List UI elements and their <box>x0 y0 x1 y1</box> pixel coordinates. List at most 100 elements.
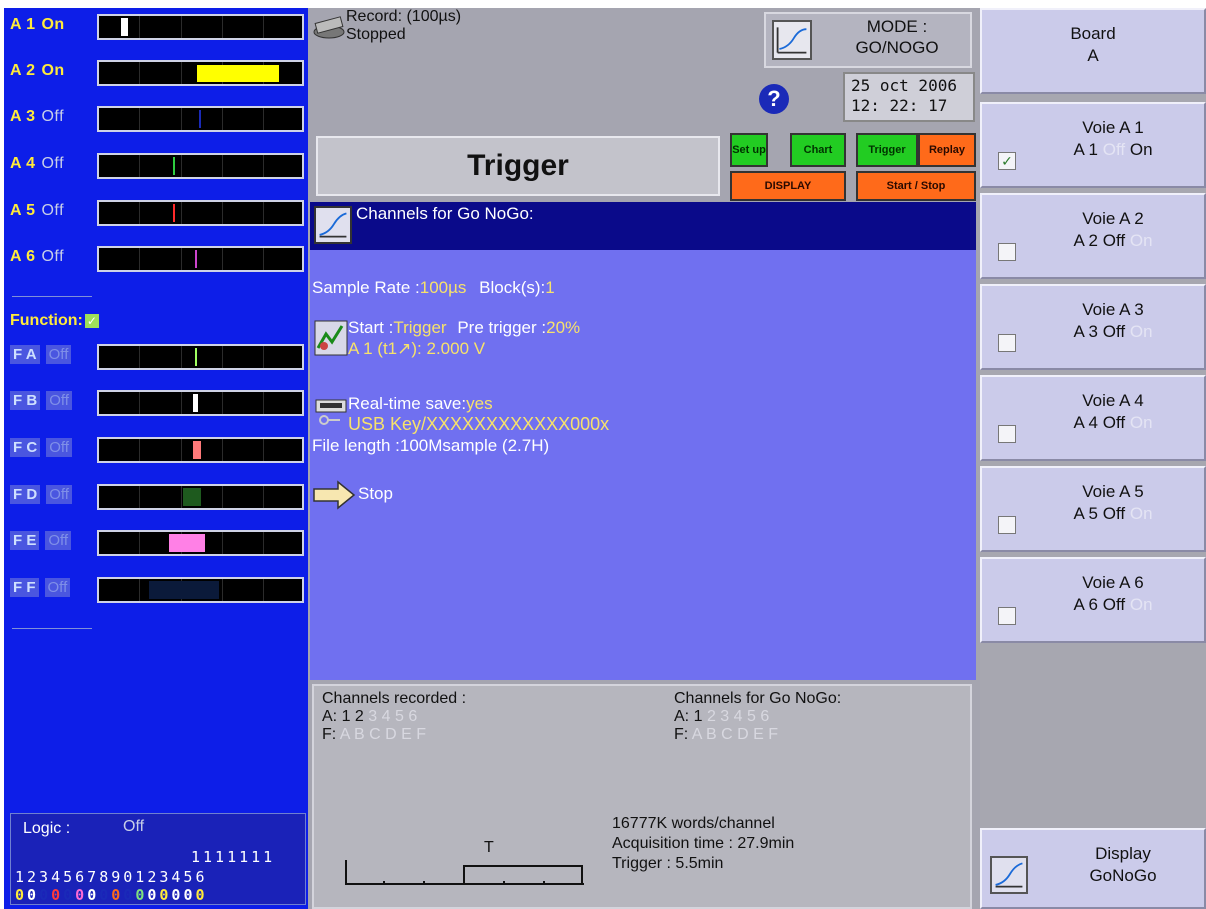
voie-a4-button[interactable]: Voie A 4 A 4 Off On <box>980 375 1206 461</box>
voie-a6-button[interactable]: Voie A 6 A 6 Off On <box>980 557 1206 643</box>
tab-setup[interactable]: Set up <box>730 133 768 167</box>
channel-sidebar: A1On A2On A3Off A4Off A5Off A6 <box>4 8 308 909</box>
trigger-marker-label: T <box>484 839 494 856</box>
channel-label: A 2 On <box>10 62 65 79</box>
usb-path: USB Key/XXXXXXXXXXXX000x <box>348 414 610 434</box>
trigger-icon <box>314 320 348 356</box>
start-stop-button[interactable]: Start / Stop <box>856 171 976 201</box>
function-bar <box>97 484 304 510</box>
channel-bar <box>97 14 304 40</box>
realtime-save-row[interactable]: Real-time save:yes <box>348 394 493 414</box>
check-icon[interactable]: ✓ <box>84 313 99 328</box>
main-area: Record: (100µs) Stopped MODE : GO/NOGO ?… <box>308 8 980 909</box>
logic-state-bit: 0 <box>123 886 136 904</box>
function-signal <box>193 394 198 412</box>
recorded-channels: Channels recorded : A: 1 2 3 4 5 6 F: A … <box>322 690 467 743</box>
function-row-fc[interactable]: F C Off <box>4 435 308 467</box>
channel-bar <box>97 200 304 226</box>
start-row[interactable]: Start :Trigger Pre trigger :20% <box>348 318 580 338</box>
channel-signal <box>195 250 197 268</box>
function-label: F D Off <box>10 485 72 504</box>
channel-row-a5[interactable]: A 5 Off <box>4 198 308 230</box>
channel-label: A 4 Off <box>10 155 65 172</box>
logic-states-row: 0000000000000000 <box>15 886 208 904</box>
logic-label: Logic : <box>23 820 71 837</box>
checkbox[interactable] <box>998 243 1016 261</box>
logic-state-bit: 0 <box>99 886 112 904</box>
channel-bar <box>97 153 304 179</box>
page-title: Trigger <box>316 136 720 196</box>
voie-a5-button[interactable]: Voie A 5 A 5 Off On <box>980 466 1206 552</box>
channel-label: A 1 On <box>10 16 65 33</box>
function-row-fa[interactable]: F A Off <box>4 342 308 374</box>
logic-state-bit: 0 <box>135 886 148 904</box>
divider <box>12 628 92 629</box>
voie-a1-button[interactable]: Voie A 1 A 1 Off On ✓ <box>980 102 1206 188</box>
divider <box>12 296 92 297</box>
function-row-fd[interactable]: F D Off <box>4 482 308 514</box>
settings-panel: Channels for Go NoGo: Sample Rate :100µs… <box>310 202 976 680</box>
channel-signal <box>173 157 175 175</box>
tab-chart[interactable]: Chart <box>790 133 846 167</box>
gonogo-channels: Channels for Go NoGo: A: 1 2 3 4 5 6 F: … <box>674 690 842 743</box>
logic-state-bit: 0 <box>63 886 76 904</box>
channel-bar <box>97 106 304 132</box>
checkbox[interactable] <box>998 516 1016 534</box>
channel-signal <box>197 65 279 82</box>
checkbox[interactable] <box>998 425 1016 443</box>
function-signal <box>183 488 201 506</box>
logic-state-bit: 0 <box>195 886 208 904</box>
checkbox[interactable]: ✓ <box>998 152 1016 170</box>
logic-panel[interactable]: Logic : Off 1111111 1234567890123456 000… <box>10 813 306 905</box>
tab-trigger[interactable]: Trigger <box>856 133 918 167</box>
channel-label: A 5 Off <box>10 202 65 219</box>
voie-a3-button[interactable]: Voie A 3 A 3 Off On <box>980 284 1206 370</box>
logic-state-bit: 0 <box>171 886 184 904</box>
logic-state-bit: 0 <box>27 886 40 904</box>
channel-label: A 6 Off <box>10 248 65 265</box>
mode-label: MODE : GO/NOGO <box>855 17 939 57</box>
trigger-condition: A 1 (t1↗): 2.000 V <box>348 339 486 358</box>
datetime-display: 25 oct 2006 12: 22: 17 <box>843 72 975 122</box>
channel-row-a3[interactable]: A 3 Off <box>4 104 308 136</box>
logic-state-bit: 0 <box>87 886 100 904</box>
function-bar <box>97 390 304 416</box>
channel-signal <box>121 18 128 36</box>
logic-state-bit: 0 <box>15 886 28 904</box>
record-icon <box>313 16 345 39</box>
checkbox[interactable] <box>998 607 1016 625</box>
file-length[interactable]: File length :100Msample (2.7H) <box>312 436 549 456</box>
mode-box[interactable]: MODE : GO/NOGO <box>764 12 972 68</box>
graph-icon <box>314 206 352 244</box>
function-toggle[interactable]: Function: ✓ <box>10 312 99 330</box>
channel-row-a2[interactable]: A 2 On <box>4 58 308 90</box>
graph-icon <box>772 20 812 60</box>
logic-state-bit: 0 <box>75 886 88 904</box>
display-gonogo-button[interactable]: Display GoNoGo <box>980 828 1206 909</box>
sample-rate-row[interactable]: Sample Rate :100µs Block(s):1 <box>312 278 555 298</box>
function-row-ff[interactable]: F F Off <box>4 575 308 607</box>
board-button[interactable]: Board A <box>980 8 1206 94</box>
function-row-fb[interactable]: F B Off <box>4 388 308 420</box>
channel-row-a4[interactable]: A 4 Off <box>4 151 308 183</box>
channel-row-a1[interactable]: A 1 On <box>4 12 308 44</box>
function-label: F A Off <box>10 345 72 364</box>
voie-a2-button[interactable]: Voie A 2 A 2 Off On <box>980 193 1206 279</box>
function-row-fe[interactable]: F E Off <box>4 528 308 560</box>
logic-state-bit: 0 <box>51 886 64 904</box>
settings-header[interactable]: Channels for Go NoGo: <box>310 202 976 250</box>
function-bar <box>97 344 304 370</box>
help-icon[interactable]: ? <box>759 84 789 114</box>
function-bar <box>97 437 304 463</box>
channel-label: A 3 Off <box>10 108 65 125</box>
stop-mode[interactable]: Stop <box>358 484 393 504</box>
function-signal <box>149 581 219 599</box>
function-bar <box>97 577 304 603</box>
channel-signal <box>173 204 175 222</box>
display-button[interactable]: DISPLAY <box>730 171 846 201</box>
checkbox[interactable] <box>998 334 1016 352</box>
tab-replay[interactable]: Replay <box>918 133 976 167</box>
channel-row-a6[interactable]: A 6 Off <box>4 244 308 276</box>
logic-tens-row: 1111111 <box>191 848 276 866</box>
function-label: F C Off <box>10 438 72 457</box>
